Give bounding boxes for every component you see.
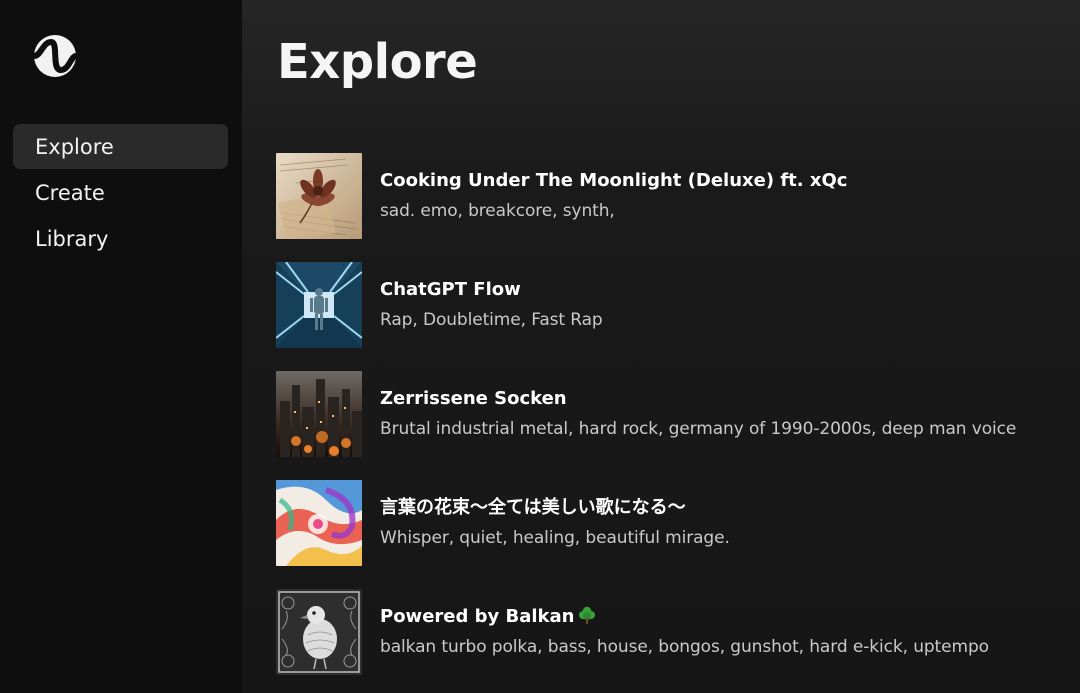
- song-item[interactable]: Powered by Balkan balkan turbo polka, ba…: [276, 589, 1076, 693]
- sidebar-item-explore[interactable]: Explore: [13, 124, 228, 169]
- song-tags: sad. emo, breakcore, synth,: [380, 201, 615, 221]
- song-text: Zerrissene Socken Brutal industrial meta…: [380, 371, 1016, 440]
- song-title[interactable]: 言葉の花束～全ては美しい歌になる～: [380, 497, 730, 519]
- song-tags: balkan turbo polka, bass, house, bongos,…: [380, 637, 989, 657]
- main-content: Explore Cooking Under The Moonlight (Del…: [242, 0, 1080, 693]
- sidebar-item-label: Explore: [35, 134, 114, 159]
- song-title[interactable]: Cooking Under The Moonlight (Deluxe) ft.…: [380, 170, 847, 192]
- sidebar-item-label: Create: [35, 180, 105, 205]
- song-item[interactable]: 言葉の花束～全ては美しい歌になる～ Whisper, quiet, healin…: [276, 480, 1076, 589]
- sidebar-item-library[interactable]: Library: [13, 216, 228, 261]
- sidebar-nav: Explore Create Library: [13, 124, 228, 262]
- song-tags: Whisper, quiet, healing, beautiful mirag…: [380, 528, 730, 548]
- app-window: Explore Create Library Explore Cooking U…: [0, 0, 1080, 693]
- song-item[interactable]: Cooking Under The Moonlight (Deluxe) ft.…: [276, 153, 1076, 262]
- tree-icon: [578, 606, 596, 624]
- song-item[interactable]: Zerrissene Socken Brutal industrial meta…: [276, 371, 1076, 480]
- song-text: 言葉の花束～全ては美しい歌になる～ Whisper, quiet, healin…: [380, 480, 730, 549]
- robot-tunnel-cover[interactable]: [276, 262, 362, 348]
- song-title[interactable]: Powered by Balkan: [380, 606, 989, 628]
- song-text: Cooking Under The Moonlight (Deluxe) ft.…: [380, 153, 847, 222]
- dried-flower-paper-cover[interactable]: [276, 153, 362, 239]
- song-title-text: Powered by Balkan: [380, 606, 575, 627]
- song-title[interactable]: Zerrissene Socken: [380, 388, 1016, 410]
- sidebar: Explore Create Library: [0, 0, 242, 693]
- song-text: ChatGPT Flow Rap, Doubletime, Fast Rap: [380, 262, 603, 331]
- song-tags: Brutal industrial metal, hard rock, germ…: [380, 419, 1017, 439]
- ornate-bird-cover[interactable]: [276, 589, 362, 675]
- wave-logo-icon[interactable]: [33, 34, 77, 78]
- song-text: Powered by Balkan balkan turbo polka, ba…: [380, 589, 989, 658]
- song-title[interactable]: ChatGPT Flow: [380, 279, 603, 301]
- burning-city-cover[interactable]: [276, 371, 362, 457]
- song-item[interactable]: ChatGPT Flow Rap, Doubletime, Fast Rap: [276, 262, 1076, 371]
- sidebar-item-create[interactable]: Create: [13, 170, 228, 215]
- sidebar-item-label: Library: [35, 226, 109, 251]
- song-tags: Rap, Doubletime, Fast Rap: [380, 310, 603, 330]
- colorful-swirl-cover[interactable]: [276, 480, 362, 566]
- page-title: Explore: [277, 34, 478, 90]
- song-list: Cooking Under The Moonlight (Deluxe) ft.…: [276, 153, 1076, 693]
